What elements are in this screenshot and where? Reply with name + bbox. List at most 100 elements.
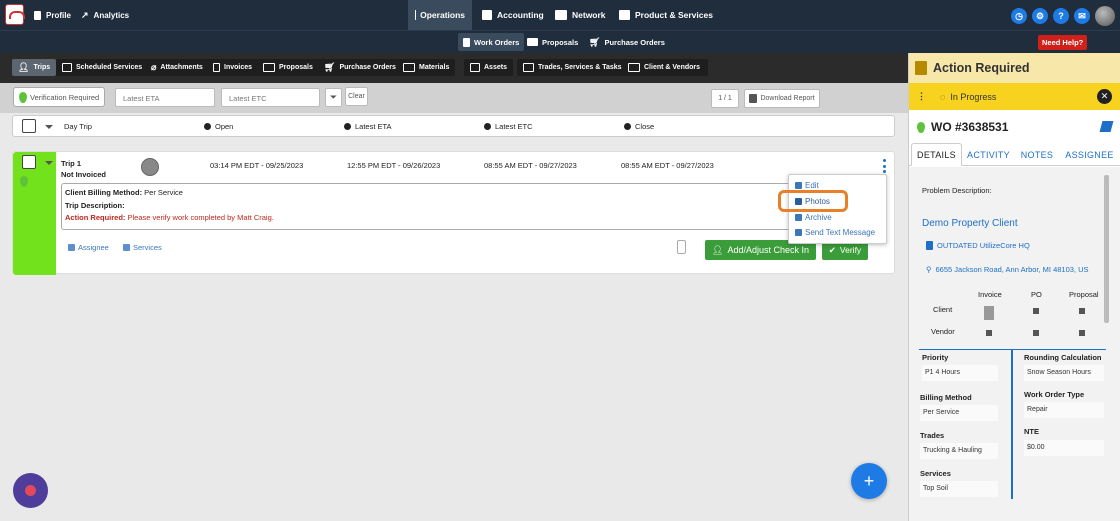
caret-down-icon[interactable] xyxy=(45,125,53,129)
funnel-icon: ⏷ xyxy=(329,92,338,102)
gear-icon[interactable]: ⚙ xyxy=(1032,8,1048,24)
close-icon[interactable]: ✕ xyxy=(1097,89,1112,104)
header-open[interactable]: Open xyxy=(204,122,233,131)
plus-icon xyxy=(123,244,130,251)
vendor-po-icon[interactable] xyxy=(1033,330,1039,336)
location-link[interactable]: OUTDATED UtilizeCore HQ xyxy=(926,241,1030,250)
header-label: Latest ETC xyxy=(495,122,533,131)
doc-col-po: PO xyxy=(1031,290,1042,299)
nav-analytics[interactable]: ↗ Analytics xyxy=(81,0,129,30)
mobile-icon[interactable] xyxy=(677,240,686,254)
billing-label: Client Billing Method: xyxy=(65,188,143,197)
tab-activity[interactable]: ACTIVITY xyxy=(963,143,1014,166)
tab-invoices[interactable]: Invoices xyxy=(207,59,259,76)
tab-attachments[interactable]: ⌀ Attachments xyxy=(145,59,209,76)
header-label: Latest ETA xyxy=(355,122,392,131)
app-logo[interactable] xyxy=(5,4,25,25)
clock-icon[interactable]: ◷ xyxy=(1011,8,1027,24)
tab-label: Trades, Services & Tasks xyxy=(538,64,622,71)
vendor-proposal-icon[interactable] xyxy=(1079,330,1085,336)
client-link[interactable]: Demo Property Client xyxy=(922,218,1018,229)
nav-network[interactable]: Network xyxy=(555,0,606,30)
clear-button[interactable]: Clear xyxy=(345,87,368,106)
subnav-purchase-orders[interactable]: 🛒︎ Purchase Orders xyxy=(584,33,670,51)
billing-method-label: Billing Method xyxy=(920,393,972,402)
subnav-work-orders[interactable]: Work Orders xyxy=(458,33,525,51)
menu-archive[interactable]: Archive xyxy=(795,213,832,222)
add-fab-button[interactable]: + xyxy=(851,463,887,499)
client-proposal-icon[interactable] xyxy=(1079,308,1085,314)
need-help-button[interactable]: Need Help? xyxy=(1038,35,1088,50)
chat-icon[interactable]: ✉ xyxy=(1074,8,1090,24)
status-label: In Progress xyxy=(950,91,997,102)
user-avatar[interactable] xyxy=(1095,6,1115,26)
work-order-number: WO #3638531 xyxy=(909,116,1120,138)
nav-products[interactable]: Product & Services xyxy=(619,0,713,30)
trip-open: 03:14 PM EDT - 09/25/2023 xyxy=(210,161,304,170)
tab-assets[interactable]: Assets xyxy=(464,59,513,76)
header-label: Day Trip xyxy=(64,122,92,131)
caret-down-icon[interactable] xyxy=(45,161,53,165)
vertical-dots-icon[interactable]: ⋮ xyxy=(917,91,926,102)
menu-edit[interactable]: Edit xyxy=(795,181,819,190)
tab-trips[interactable]: 👤︎ Trips xyxy=(12,59,57,76)
vendor-invoice-icon[interactable] xyxy=(986,330,992,336)
sub-nav: Work Orders Proposals 🛒︎ Purchase Orders xyxy=(0,30,1120,53)
tab-details[interactable]: DETAILS xyxy=(911,143,962,166)
header-day-trip[interactable]: Day Trip xyxy=(64,122,92,131)
address-link[interactable]: ⚲ 6655 Jackson Road, Ann Arbor, MI 48103… xyxy=(926,265,1089,274)
clipboard-icon xyxy=(915,61,927,75)
filter-button[interactable]: ⏷ xyxy=(325,88,342,107)
row-menu-button[interactable] xyxy=(883,159,887,173)
header-latest-etc[interactable]: Latest ETC xyxy=(484,122,533,131)
nte-label: NTE xyxy=(1024,427,1039,436)
menu-send-text[interactable]: Send Text Message xyxy=(795,228,875,237)
nav-profile[interactable]: Profile xyxy=(34,0,71,30)
row-checkbox[interactable] xyxy=(22,155,36,169)
trip-name[interactable]: Trip 1 xyxy=(61,159,81,168)
location-label: OUTDATED UtilizeCore HQ xyxy=(937,241,1030,250)
id-card-icon xyxy=(628,63,640,72)
photos-highlight xyxy=(778,190,848,212)
action-value: Please verify work completed by Matt Cra… xyxy=(127,213,274,222)
tab-label: Proposals xyxy=(279,64,313,71)
panel-header: Action Required xyxy=(909,53,1120,83)
doc-col-invoice: Invoice xyxy=(978,290,1002,299)
subnav-proposals[interactable]: Proposals xyxy=(522,33,583,51)
help-icon[interactable]: ? xyxy=(1053,8,1069,24)
trip-etc: 08:55 AM EDT - 09/27/2023 xyxy=(484,161,577,170)
download-report-button[interactable]: Download Report xyxy=(744,89,820,108)
scrollbar[interactable] xyxy=(1104,175,1109,323)
client-po-icon[interactable] xyxy=(1033,308,1039,314)
top-nav: Profile ↗ Analytics Operations Accountin… xyxy=(0,0,1120,30)
header-latest-eta[interactable]: Latest ETA xyxy=(344,122,392,131)
tab-client-vendors[interactable]: Client & Vendors xyxy=(622,59,708,76)
tab-notes[interactable]: NOTES xyxy=(1017,143,1057,166)
panel-tabs: DETAILS ACTIVITY NOTES ASSIGNEE xyxy=(909,143,1120,166)
doc-col-proposal: Proposal xyxy=(1069,290,1099,299)
nav-accounting[interactable]: Accounting xyxy=(482,0,544,30)
action-required: Action Required: Please verify work comp… xyxy=(65,213,274,222)
invoice-doc-icon[interactable] xyxy=(984,306,994,320)
select-all-checkbox[interactable] xyxy=(22,119,36,133)
tab-purchase-orders[interactable]: 🛒︎ Purchase Orders xyxy=(318,59,402,76)
services-link[interactable]: Services xyxy=(123,243,162,252)
assignee-avatar[interactable] xyxy=(141,158,159,176)
table-header: Day Trip Open Latest ETA Latest ETC Clos… xyxy=(12,115,895,137)
tab-assignee[interactable]: ASSIGNEE xyxy=(1061,143,1118,166)
tab-materials[interactable]: Materials xyxy=(397,59,456,76)
tab-proposals[interactable]: Proposals xyxy=(257,59,319,76)
assignee-link[interactable]: Assignee xyxy=(68,243,109,252)
verification-filter[interactable]: Verification Required xyxy=(13,87,106,107)
tab-trades[interactable]: Trades, Services & Tasks xyxy=(517,59,628,76)
priority-label: Priority xyxy=(922,353,949,362)
latest-etc-input[interactable]: Latest ETC xyxy=(221,88,320,107)
tab-label: Client & Vendors xyxy=(644,64,701,71)
header-close[interactable]: Close xyxy=(624,122,654,131)
pagination[interactable]: 1 / 1 xyxy=(711,89,739,108)
nav-operations[interactable]: Operations xyxy=(408,0,472,30)
chat-widget-button[interactable] xyxy=(13,473,48,508)
address-label: 6655 Jackson Road, Ann Arbor, MI 48103, … xyxy=(935,265,1089,274)
latest-eta-input[interactable]: Latest ETA xyxy=(115,88,215,107)
tab-scheduled-services[interactable]: Scheduled Services xyxy=(56,59,149,76)
